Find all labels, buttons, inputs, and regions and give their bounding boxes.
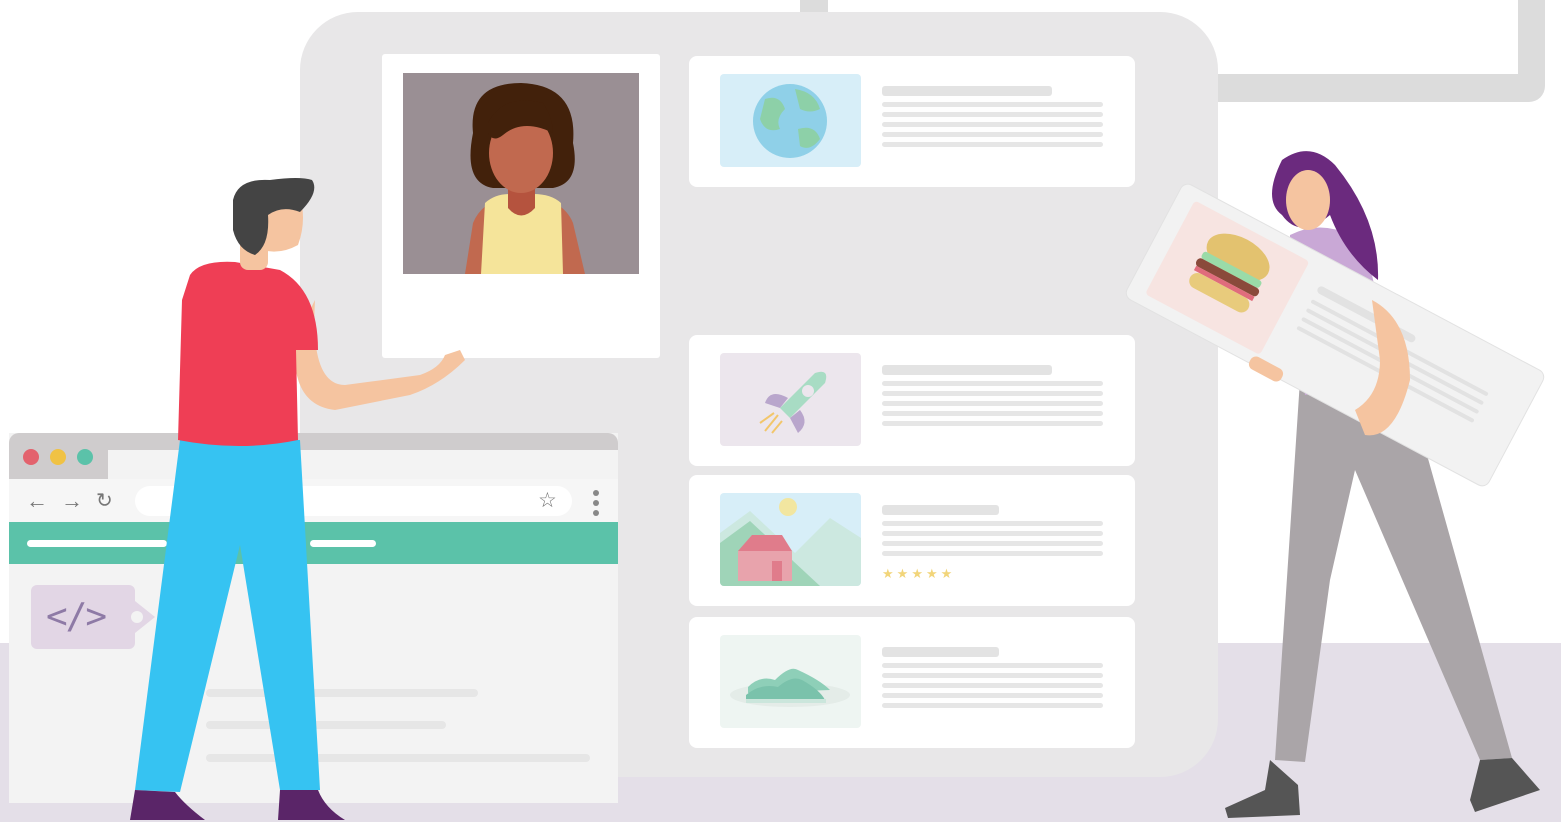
result-text-lines	[882, 647, 1103, 713]
reload-icon[interactable]: ↻	[96, 487, 113, 515]
back-arrow-icon[interactable]: ←	[26, 487, 48, 515]
star-icon: ★	[896, 566, 909, 581]
result-card-landscape[interactable]: ★ ★ ★ ★ ★	[689, 475, 1135, 606]
result-text-lines	[882, 365, 1103, 431]
minimize-window-dot[interactable]	[50, 449, 66, 465]
sneakers-icon	[730, 668, 850, 707]
maximize-window-dot[interactable]	[77, 449, 93, 465]
woman-character	[1110, 150, 1561, 827]
forward-arrow-icon[interactable]: →	[61, 487, 83, 515]
code-tag-label: </>	[46, 596, 107, 637]
result-text-lines	[882, 86, 1103, 152]
star-icon: ★	[882, 566, 894, 581]
woman-figure-icon	[1125, 151, 1545, 818]
close-window-dot[interactable]	[23, 449, 39, 465]
result-card-sneakers[interactable]	[689, 617, 1135, 748]
kebab-menu-icon[interactable]	[592, 489, 600, 522]
result-card-rocket[interactable]	[689, 335, 1135, 466]
man-figure-icon	[130, 178, 465, 820]
star-icon: ★	[940, 566, 953, 581]
result-card-globe[interactable]	[689, 56, 1135, 187]
landscape-thumbnail	[720, 493, 861, 586]
star-icon: ★	[911, 566, 923, 581]
star-icon: ★	[925, 566, 938, 581]
result-text-lines	[882, 505, 1103, 561]
bookmark-star-icon[interactable]: ☆	[538, 487, 557, 515]
landscape-house-icon	[720, 498, 861, 586]
globe-icon	[753, 84, 827, 158]
rating-stars: ★ ★ ★ ★ ★	[882, 567, 952, 580]
rocket-thumbnail	[720, 353, 861, 446]
sneakers-thumbnail	[720, 635, 861, 728]
man-character	[125, 170, 485, 827]
globe-thumbnail	[720, 74, 861, 167]
rocket-icon	[759, 371, 827, 434]
